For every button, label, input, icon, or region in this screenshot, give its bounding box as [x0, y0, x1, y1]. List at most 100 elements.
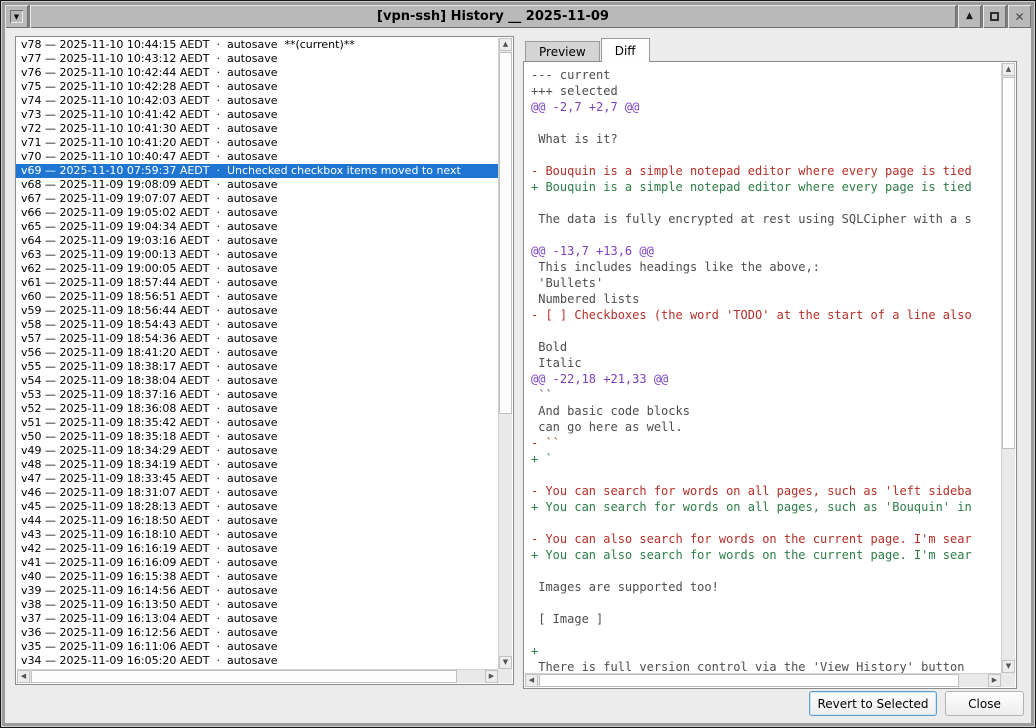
- history-row[interactable]: v73 — 2025-11-10 10:41:42 AEDT · autosav…: [16, 108, 498, 122]
- list-vscrollbar[interactable]: ▲ ▼: [498, 38, 512, 669]
- history-row[interactable]: v50 — 2025-11-09 18:35:18 AEDT · autosav…: [16, 430, 498, 444]
- diff-content: --- current+++ selected@@ -2,7 +2,7 @@ W…: [524, 62, 1001, 673]
- diff-line: There is full version control via the 'V…: [531, 659, 1001, 673]
- history-row[interactable]: v57 — 2025-11-09 18:54:36 AEDT · autosav…: [16, 332, 498, 346]
- diff-line: [531, 147, 1001, 163]
- history-row[interactable]: v69 — 2025-11-10 07:59:37 AEDT · Uncheck…: [16, 164, 498, 178]
- diff-line: [531, 115, 1001, 131]
- diff-vscrollbar[interactable]: ▲ ▼: [1001, 63, 1015, 673]
- diff-line: can go here as well.: [531, 419, 1001, 435]
- diff-vscroll-down-arrow[interactable]: ▼: [1002, 660, 1015, 673]
- history-row[interactable]: v41 — 2025-11-09 16:16:09 AEDT · autosav…: [16, 556, 498, 570]
- diff-line: @@ -22,18 +21,33 @@: [531, 371, 1001, 387]
- history-row[interactable]: v70 — 2025-11-10 10:40:47 AEDT · autosav…: [16, 150, 498, 164]
- history-row[interactable]: v39 — 2025-11-09 16:14:56 AEDT · autosav…: [16, 584, 498, 598]
- diff-line: [531, 563, 1001, 579]
- history-row[interactable]: v43 — 2025-11-09 16:18:10 AEDT · autosav…: [16, 528, 498, 542]
- diff-line: [531, 195, 1001, 211]
- close-icon: ✕: [1014, 11, 1024, 23]
- history-row[interactable]: v67 — 2025-11-09 19:07:07 AEDT · autosav…: [16, 192, 498, 206]
- diff-line: - You can also search for words on the c…: [531, 531, 1001, 547]
- history-row[interactable]: v60 — 2025-11-09 18:56:51 AEDT · autosav…: [16, 290, 498, 304]
- list-vscroll-down-arrow[interactable]: ▼: [499, 656, 512, 669]
- history-row[interactable]: v36 — 2025-11-09 16:12:56 AEDT · autosav…: [16, 626, 498, 640]
- titlebar[interactable]: ▼ [vpn-ssh] History __ 2025-11-09 ▲ ✕: [5, 5, 1031, 28]
- history-row[interactable]: v77 — 2025-11-10 10:43:12 AEDT · autosav…: [16, 52, 498, 66]
- list-hscroll-thumb[interactable]: [31, 670, 457, 683]
- close-button[interactable]: Close: [945, 691, 1024, 716]
- diff-hscroll-left-arrow[interactable]: ◀: [525, 674, 538, 687]
- history-row[interactable]: v56 — 2025-11-09 18:41:20 AEDT · autosav…: [16, 346, 498, 360]
- maximize-button[interactable]: [983, 5, 1006, 28]
- tab-preview[interactable]: Preview: [525, 41, 600, 62]
- history-row[interactable]: v35 — 2025-11-09 16:11:06 AEDT · autosav…: [16, 640, 498, 654]
- history-row[interactable]: v61 — 2025-11-09 18:57:44 AEDT · autosav…: [16, 276, 498, 290]
- tab-diff[interactable]: Diff: [601, 38, 650, 62]
- list-hscroll-right-arrow[interactable]: ▶: [485, 670, 498, 683]
- history-row[interactable]: v49 — 2025-11-09 18:34:29 AEDT · autosav…: [16, 444, 498, 458]
- history-row[interactable]: v71 — 2025-11-10 10:41:20 AEDT · autosav…: [16, 136, 498, 150]
- diff-vscroll-thumb[interactable]: [1002, 77, 1015, 449]
- diff-line: @@ -2,7 +2,7 @@: [531, 99, 1001, 115]
- history-row[interactable]: v64 — 2025-11-09 19:03:16 AEDT · autosav…: [16, 234, 498, 248]
- diff-hscroll-thumb[interactable]: [539, 674, 959, 687]
- diff-hscrollbar[interactable]: ◀ ▶: [525, 673, 1001, 687]
- diff-line: And basic code blocks: [531, 403, 1001, 419]
- list-hscroll-left-arrow[interactable]: ◀: [17, 670, 30, 683]
- history-row[interactable]: v40 — 2025-11-09 16:15:38 AEDT · autosav…: [16, 570, 498, 584]
- history-row[interactable]: v53 — 2025-11-09 18:37:16 AEDT · autosav…: [16, 388, 498, 402]
- history-row[interactable]: v75 — 2025-11-10 10:42:28 AEDT · autosav…: [16, 80, 498, 94]
- diff-line: - [ ] Checkboxes (the word 'TODO' at the…: [531, 307, 1001, 323]
- history-row[interactable]: v65 — 2025-11-09 19:04:34 AEDT · autosav…: [16, 220, 498, 234]
- history-row[interactable]: v59 — 2025-11-09 18:56:44 AEDT · autosav…: [16, 304, 498, 318]
- tab-bar: Preview Diff: [525, 38, 651, 62]
- list-vscroll-thumb[interactable]: [499, 52, 512, 414]
- history-row[interactable]: v48 — 2025-11-09 18:34:19 AEDT · autosav…: [16, 458, 498, 472]
- diff-line: [531, 515, 1001, 531]
- diff-line: Images are supported too!: [531, 579, 1001, 595]
- history-row[interactable]: v63 — 2025-11-09 19:00:13 AEDT · autosav…: [16, 248, 498, 262]
- list-hscrollbar[interactable]: ◀ ▶: [17, 669, 498, 683]
- diff-hscroll-right-arrow[interactable]: ▶: [988, 674, 1001, 687]
- list-vscroll-up-arrow[interactable]: ▲: [499, 38, 512, 51]
- history-row[interactable]: v37 — 2025-11-09 16:13:04 AEDT · autosav…: [16, 612, 498, 626]
- history-row[interactable]: v76 — 2025-11-10 10:42:44 AEDT · autosav…: [16, 66, 498, 80]
- close-window-button[interactable]: ✕: [1008, 5, 1031, 28]
- history-row[interactable]: v47 — 2025-11-09 18:33:45 AEDT · autosav…: [16, 472, 498, 486]
- history-list-rows[interactable]: v78 — 2025-11-10 10:44:15 AEDT · autosav…: [16, 38, 498, 669]
- diff-line: - You can search for words on all pages,…: [531, 483, 1001, 499]
- history-row[interactable]: v52 — 2025-11-09 18:36:08 AEDT · autosav…: [16, 402, 498, 416]
- shade-icon: ▲: [966, 12, 973, 21]
- diff-line: --- current: [531, 67, 1001, 83]
- history-row[interactable]: v68 — 2025-11-09 19:08:09 AEDT · autosav…: [16, 178, 498, 192]
- diff-line: + Bouquin is a simple notepad editor whe…: [531, 179, 1001, 195]
- history-row[interactable]: v45 — 2025-11-09 18:28:13 AEDT · autosav…: [16, 500, 498, 514]
- history-row[interactable]: v46 — 2025-11-09 18:31:07 AEDT · autosav…: [16, 486, 498, 500]
- diff-line: [ Image ]: [531, 611, 1001, 627]
- history-row[interactable]: v62 — 2025-11-09 19:00:05 AEDT · autosav…: [16, 262, 498, 276]
- history-row[interactable]: v72 — 2025-11-10 10:41:30 AEDT · autosav…: [16, 122, 498, 136]
- history-row[interactable]: v58 — 2025-11-09 18:54:43 AEDT · autosav…: [16, 318, 498, 332]
- history-row[interactable]: v38 — 2025-11-09 16:13:50 AEDT · autosav…: [16, 598, 498, 612]
- diff-line: + You can also search for words on the c…: [531, 547, 1001, 563]
- revert-to-selected-button[interactable]: Revert to Selected: [809, 691, 937, 716]
- shade-button[interactable]: ▲: [958, 5, 981, 28]
- diff-line: [531, 323, 1001, 339]
- window-title: [vpn-ssh] History __ 2025-11-09: [30, 5, 956, 28]
- diff-line: - Bouquin is a simple notepad editor whe…: [531, 163, 1001, 179]
- history-row[interactable]: v74 — 2025-11-10 10:42:03 AEDT · autosav…: [16, 94, 498, 108]
- history-row[interactable]: v42 — 2025-11-09 16:16:19 AEDT · autosav…: [16, 542, 498, 556]
- history-row[interactable]: v55 — 2025-11-09 18:38:17 AEDT · autosav…: [16, 360, 498, 374]
- history-row[interactable]: v44 — 2025-11-09 16:18:50 AEDT · autosav…: [16, 514, 498, 528]
- history-row[interactable]: v51 — 2025-11-09 18:35:42 AEDT · autosav…: [16, 416, 498, 430]
- diff-line: [531, 627, 1001, 643]
- history-row[interactable]: v66 — 2025-11-09 19:05:02 AEDT · autosav…: [16, 206, 498, 220]
- diff-line: + You can search for words on all pages,…: [531, 499, 1001, 515]
- window-menu-button[interactable]: ▼: [5, 5, 28, 28]
- history-row[interactable]: v78 — 2025-11-10 10:44:15 AEDT · autosav…: [16, 38, 498, 52]
- diff-line: +: [531, 643, 1001, 659]
- diff-vscroll-up-arrow[interactable]: ▲: [1002, 63, 1015, 76]
- diff-line: - ``: [531, 435, 1001, 451]
- history-row[interactable]: v54 — 2025-11-09 18:38:04 AEDT · autosav…: [16, 374, 498, 388]
- history-row[interactable]: v34 — 2025-11-09 16:05:20 AEDT · autosav…: [16, 654, 498, 668]
